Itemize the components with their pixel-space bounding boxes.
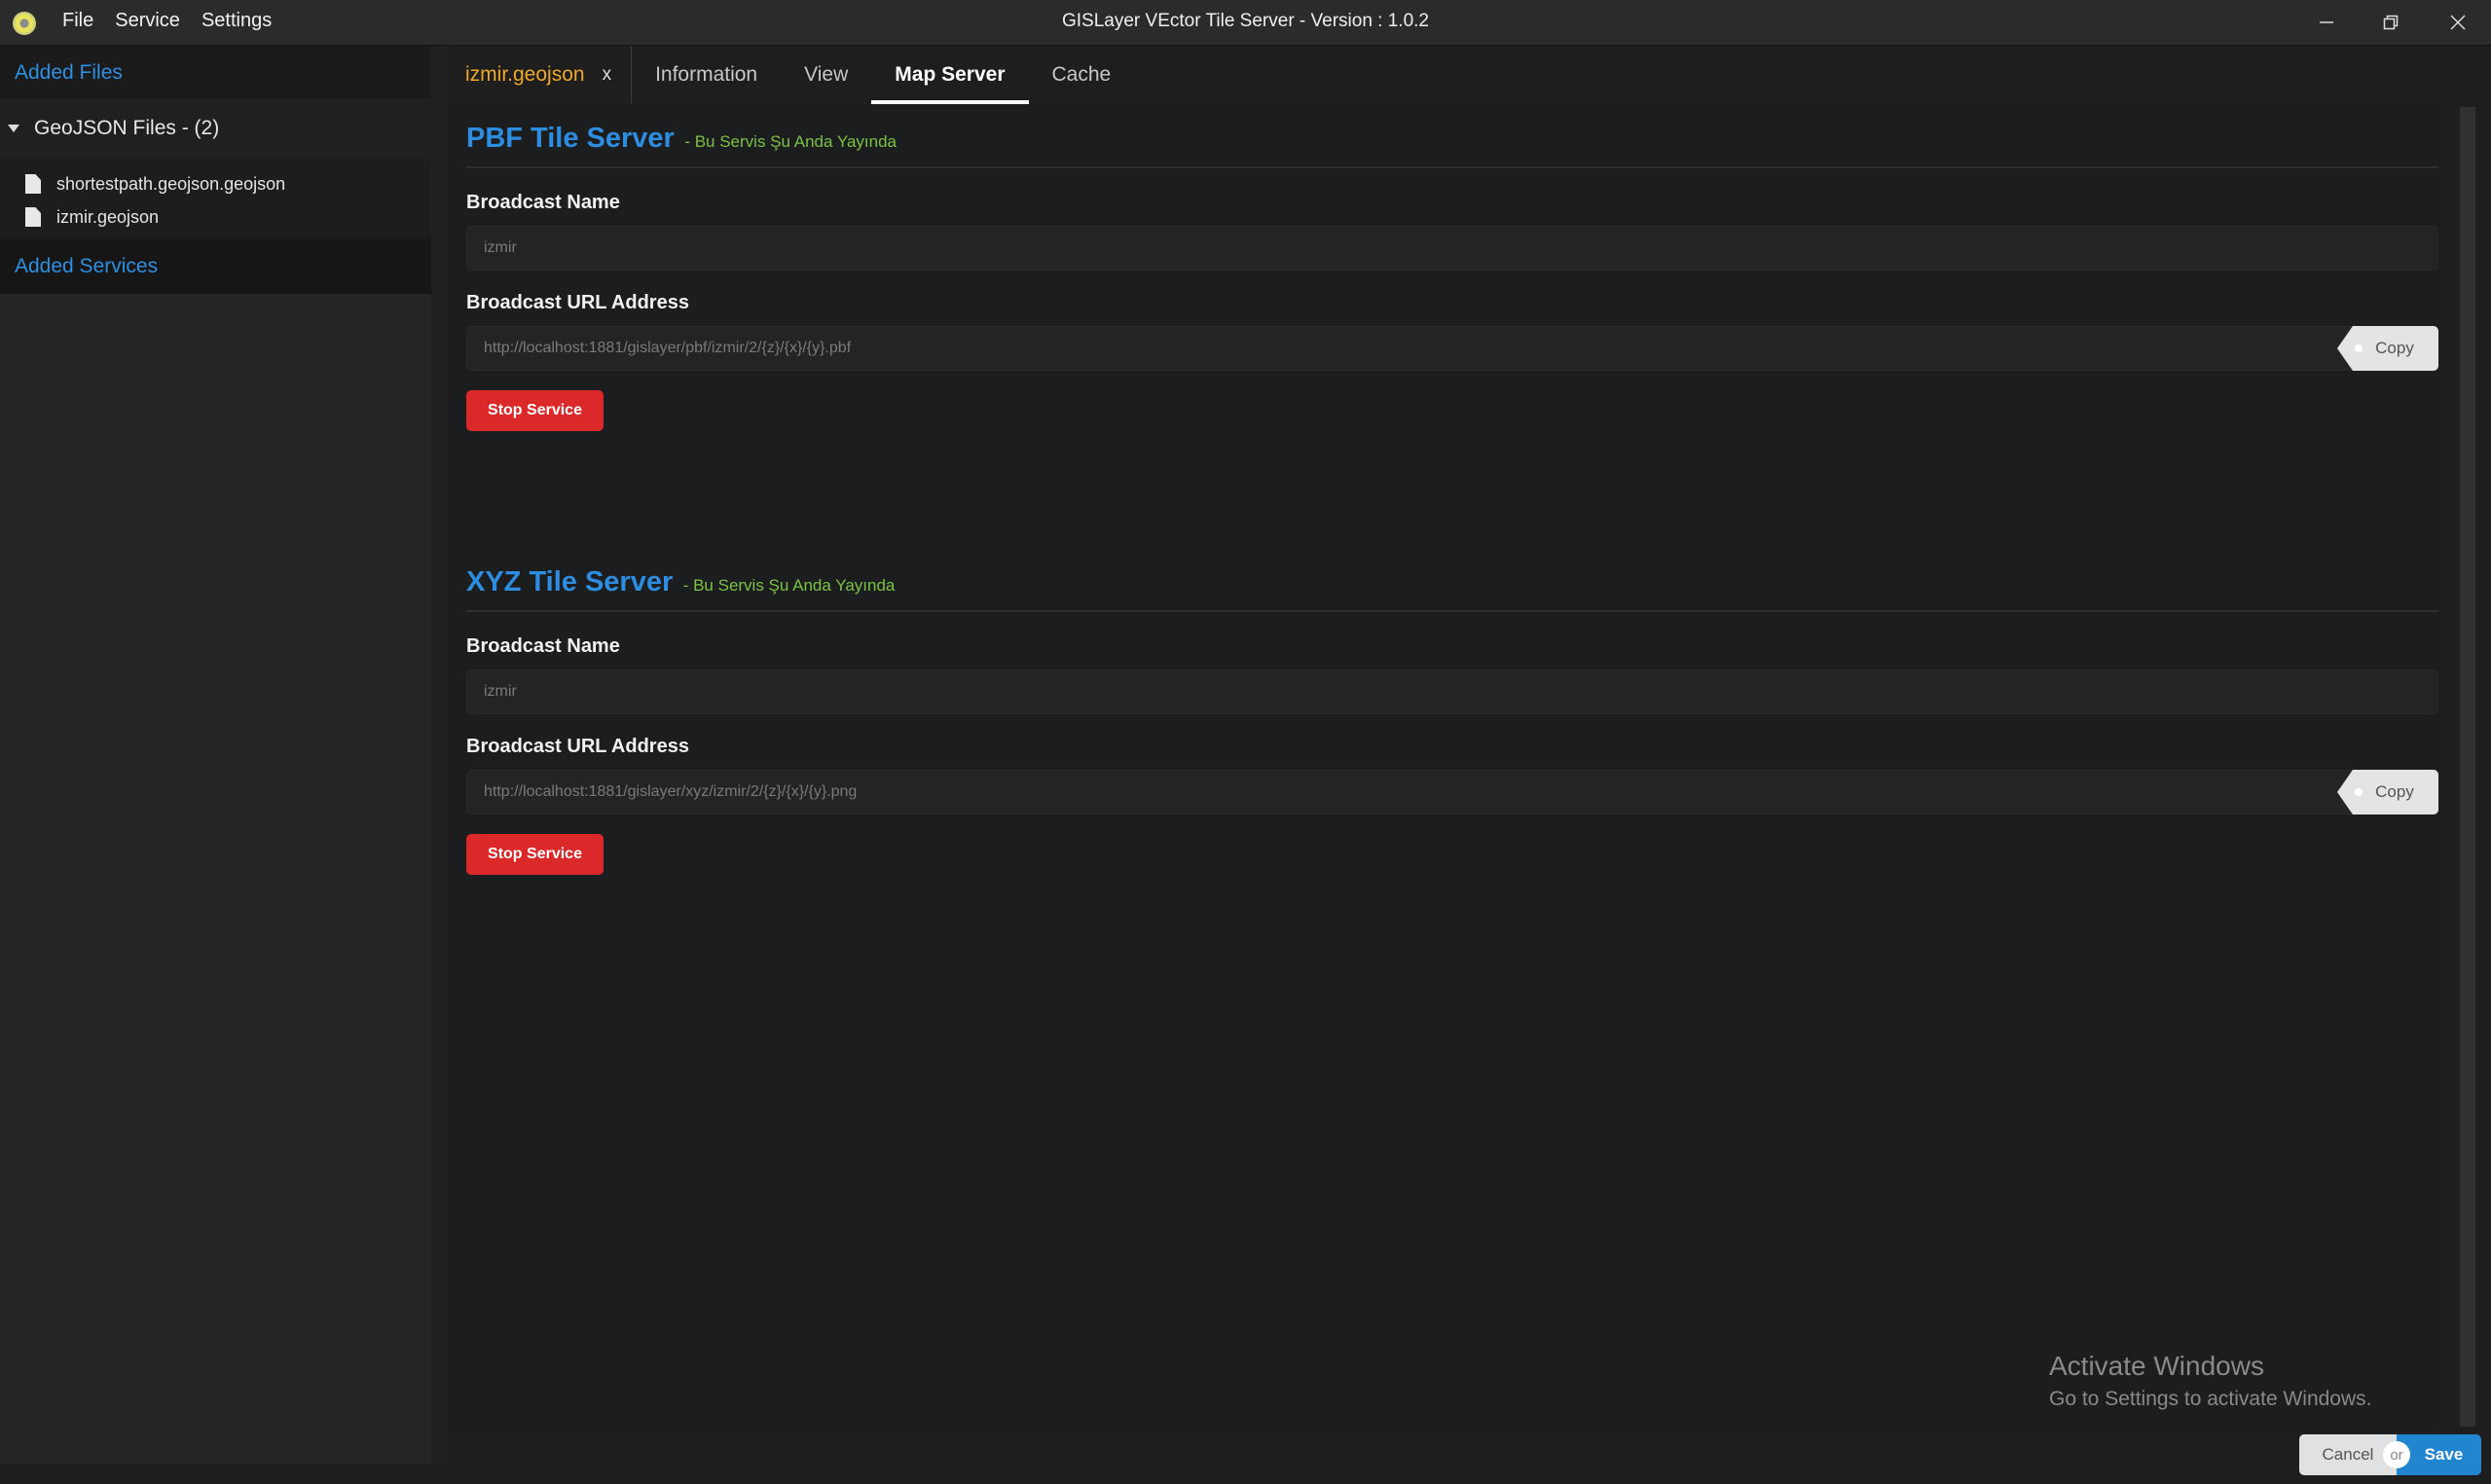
service-status: - Bu Servis Şu Anda Yayında — [684, 132, 897, 151]
tab-file[interactable]: izmir.geojson x — [448, 46, 633, 104]
copy-label: Copy — [2375, 782, 2414, 801]
group-label: GeoJSON Files - (2) — [34, 117, 220, 139]
restore-button[interactable] — [2362, 6, 2420, 39]
url-value: http://localhost:1881/gislayer/pbf/izmir… — [484, 340, 852, 356]
title-bar: File Service Settings GISLayer VEctor Ti… — [0, 0, 2491, 46]
xyz-tile-server-section: XYZ Tile Server - Bu Servis Şu Anda Yayı… — [466, 566, 2438, 875]
broadcast-name-label: Broadcast Name — [466, 635, 620, 657]
file-name: shortestpath.geojson.geojson — [56, 173, 286, 194]
restore-icon — [2383, 15, 2399, 30]
file-icon — [25, 174, 41, 194]
panel-divider — [431, 46, 448, 1465]
stop-service-button[interactable]: Stop Service — [466, 390, 604, 431]
caret-down-icon[interactable] — [8, 125, 19, 132]
watermark-subtitle: Go to Settings to activate Windows. — [2049, 1388, 2372, 1410]
tab-view[interactable]: View — [781, 46, 871, 104]
broadcast-name-field[interactable]: izmir — [466, 226, 2438, 271]
tab-cache[interactable]: Cache — [1029, 46, 1135, 104]
geojson-files-group[interactable]: GeoJSON Files - (2) — [0, 99, 431, 158]
added-services-header[interactable]: Added Services — [0, 239, 431, 294]
cancel-button[interactable]: Cancel — [2299, 1434, 2397, 1475]
close-tab-icon[interactable]: x — [603, 64, 612, 86]
copy-label: Copy — [2375, 339, 2414, 357]
broadcast-url-label: Broadcast URL Address — [466, 292, 689, 313]
service-status: - Bu Servis Şu Anda Yayında — [682, 576, 896, 595]
file-icon — [25, 207, 41, 227]
broadcast-url-field[interactable]: http://localhost:1881/gislayer/xyz/izmir… — [466, 770, 2438, 814]
copy-button[interactable]: Copy — [2337, 770, 2438, 814]
added-files-header[interactable]: Added Files — [0, 46, 431, 99]
or-divider: or — [2383, 1441, 2410, 1468]
divider — [466, 166, 2438, 168]
file-item[interactable]: shortestpath.geojson.geojson — [0, 167, 431, 200]
close-button[interactable] — [2429, 6, 2487, 39]
map-server-panel: PBF Tile Server - Bu Servis Şu Anda Yayı… — [448, 105, 2441, 1429]
file-name: izmir.geojson — [56, 206, 160, 227]
section-title: XYZ Tile Server — [466, 566, 674, 597]
section-title: PBF Tile Server — [466, 123, 675, 154]
minimize-icon — [2320, 21, 2333, 23]
tab-bar: izmir.geojson x Information View Map Ser… — [448, 46, 1134, 104]
watermark-title: Activate Windows — [2049, 1351, 2264, 1381]
broadcast-name-label: Broadcast Name — [466, 192, 620, 213]
stop-service-button[interactable]: Stop Service — [466, 834, 604, 875]
close-icon — [2450, 15, 2466, 30]
file-item[interactable]: izmir.geojson — [0, 200, 431, 234]
broadcast-url-field[interactable]: http://localhost:1881/gislayer/pbf/izmir… — [466, 326, 2438, 371]
divider — [466, 610, 2438, 612]
broadcast-url-label: Broadcast URL Address — [466, 736, 689, 757]
broadcast-name-field[interactable]: izmir — [466, 670, 2438, 714]
minimize-button[interactable] — [2297, 6, 2356, 39]
copy-button[interactable]: Copy — [2337, 326, 2438, 371]
tab-map-server[interactable]: Map Server — [871, 46, 1029, 104]
activation-watermark: Activate Windows Go to Settings to activ… — [2049, 1351, 2372, 1411]
tab-file-label: izmir.geojson — [465, 63, 585, 86]
window-title: GISLayer VEctor Tile Server - Version : … — [1062, 11, 1429, 31]
file-list: shortestpath.geojson.geojson izmir.geojs… — [0, 158, 431, 239]
sidebar: Added Files GeoJSON Files - (2) shortest… — [0, 46, 431, 1465]
pbf-tile-server-section: PBF Tile Server - Bu Servis Şu Anda Yayı… — [466, 123, 2438, 431]
url-value: http://localhost:1881/gislayer/xyz/izmir… — [484, 783, 858, 800]
action-buttons: Cancel Save or — [2299, 1434, 2481, 1475]
vertical-scrollbar[interactable] — [2460, 107, 2475, 1427]
tab-information[interactable]: Information — [632, 46, 781, 104]
